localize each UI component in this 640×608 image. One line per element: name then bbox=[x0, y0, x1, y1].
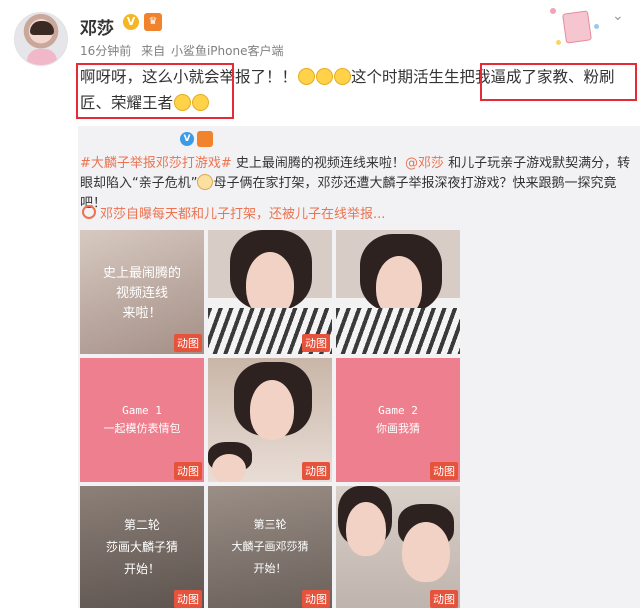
client-name[interactable]: 小鲨鱼iPhone客户端 bbox=[171, 44, 284, 58]
image-tile[interactable]: 第三轮 大麟子画邓莎猜 开始！ 动图 bbox=[208, 486, 332, 608]
highlight-box-left bbox=[76, 63, 234, 119]
verified-blue-icon: V bbox=[180, 132, 194, 146]
topic-link[interactable]: #大麟子举报邓莎打游戏# bbox=[80, 156, 232, 171]
from-label: 来自 bbox=[141, 44, 166, 58]
gif-badge: 动图 bbox=[174, 334, 202, 352]
avatar[interactable] bbox=[14, 12, 68, 66]
gif-badge: 动图 bbox=[174, 462, 202, 480]
verified-badge-icon: V bbox=[123, 14, 139, 30]
tile-caption: 第三轮 大麟子画邓莎猜 开始！ bbox=[231, 518, 309, 575]
post-time[interactable]: 16分钟前 bbox=[80, 44, 131, 58]
laugh-emoji-icon bbox=[297, 68, 315, 85]
laugh-emoji-icon bbox=[315, 68, 333, 85]
image-tile[interactable]: Game 1 一起模仿表情包 动图 bbox=[80, 358, 204, 482]
image-tile[interactable]: Game 2 你画我猜 动图 bbox=[336, 358, 460, 482]
gif-badge: 动图 bbox=[302, 590, 330, 608]
link-icon bbox=[82, 205, 96, 219]
image-tile[interactable]: 动图 bbox=[208, 358, 332, 482]
image-tile[interactable]: 史上最闹腾的 视频连线 来啦！ 动图 bbox=[80, 230, 204, 354]
member-crown-icon bbox=[197, 131, 213, 147]
mention-link[interactable]: @邓莎 bbox=[405, 156, 444, 171]
post-meta: 16分钟前 来自 小鲨鱼iPhone客户端 bbox=[80, 42, 289, 59]
video-link[interactable]: 邓莎自曝每天都和儿子打架，还被儿子在线举报... bbox=[100, 203, 385, 222]
image-tile[interactable]: 第二轮 莎画大麟子猜 开始！ 动图 bbox=[80, 486, 204, 608]
tile-caption: Game 2 你画我猜 bbox=[376, 404, 420, 435]
gif-badge: 动图 bbox=[430, 590, 458, 608]
decoration-card-icon bbox=[536, 0, 608, 64]
face-emoji-icon bbox=[197, 174, 214, 190]
tile-caption: Game 1 一起模仿表情包 bbox=[103, 404, 181, 435]
gif-badge: 动图 bbox=[430, 462, 458, 480]
repost-text-part1: 史上最闹腾的视频连线来啦！ bbox=[231, 156, 405, 171]
gif-badge: 动图 bbox=[302, 462, 330, 480]
gif-badge: 动图 bbox=[302, 334, 330, 352]
tile-caption: 第二轮 莎画大麟子猜 开始！ bbox=[105, 518, 178, 576]
tile-caption: 史上最闹腾的 视频连线 来啦！ bbox=[102, 266, 181, 321]
image-tile[interactable]: 动图 bbox=[336, 486, 460, 608]
image-tile[interactable] bbox=[336, 230, 460, 354]
gif-badge: 动图 bbox=[174, 590, 202, 608]
laugh-emoji-icon bbox=[333, 68, 351, 85]
author-name[interactable]: 邓莎 bbox=[80, 14, 114, 39]
image-tile[interactable]: 动图 bbox=[208, 230, 332, 354]
chevron-down-icon[interactable]: ⌄ bbox=[612, 8, 624, 24]
member-crown-icon[interactable]: ♛ bbox=[144, 13, 162, 31]
highlight-box-right bbox=[480, 63, 637, 101]
